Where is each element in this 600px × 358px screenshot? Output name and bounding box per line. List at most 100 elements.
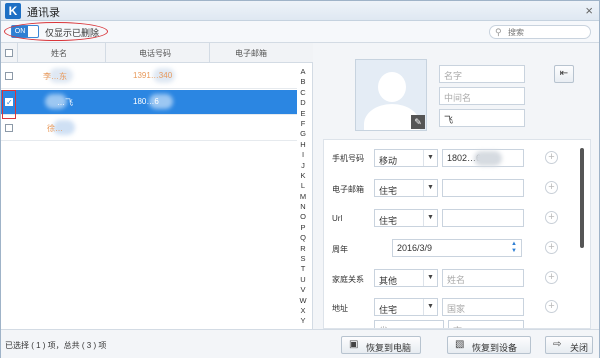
computer-icon: ▣ — [349, 339, 359, 350]
alpha-index-letter[interactable]: G — [297, 129, 309, 139]
alpha-index-letter[interactable]: D — [297, 98, 309, 108]
alpha-index-letter[interactable]: C — [297, 88, 309, 98]
alpha-index-letter[interactable]: K — [297, 171, 309, 181]
select-all-checkbox[interactable] — [5, 49, 13, 57]
form-scrollbar[interactable] — [580, 148, 584, 248]
alpha-index-letter[interactable]: X — [297, 306, 309, 316]
address-type-value: 住宅 — [379, 305, 398, 315]
first-name-field[interactable]: 名字 — [439, 65, 525, 83]
contact-list: 姓名 电话号码 电子邮箱 李…东 1391…340 ✓ …飞 180…6 徐… — [1, 43, 313, 336]
alpha-index-letter[interactable]: F — [297, 119, 309, 129]
alpha-index-letter[interactable]: P — [297, 223, 309, 233]
alpha-index-letter[interactable]: V — [297, 285, 309, 295]
alpha-index-letter[interactable]: B — [297, 77, 309, 87]
contact-detail-panel: ✎ 名字 中间名 飞 ⇤ 手机号码 移动 ▼ 1802…6 + 电子邮箱 住宅 … — [313, 43, 599, 329]
table-row[interactable]: 李…东 1391…340 — [1, 64, 297, 89]
table-row[interactable]: 徐… — [1, 116, 297, 141]
url-input[interactable] — [442, 209, 524, 227]
address-country-input[interactable]: 国家 — [442, 298, 524, 316]
add-address-icon[interactable]: + — [545, 300, 558, 313]
search-input[interactable] — [508, 27, 586, 38]
alpha-index-letter[interactable]: H — [297, 140, 309, 150]
app-logo-icon: K — [5, 3, 21, 19]
export-contact-button[interactable]: ⇤ — [554, 65, 574, 83]
alpha-index-letter[interactable]: U — [297, 275, 309, 285]
close-label: 关闭 — [570, 343, 589, 353]
phone-label: 手机号码 — [332, 154, 364, 163]
row-checkbox[interactable] — [5, 124, 13, 132]
anniversary-date-value: 2016/3/9 — [397, 243, 433, 253]
restore-to-pc-label: 恢复到电脑 — [366, 343, 412, 353]
alpha-index-letter[interactable]: N — [297, 202, 309, 212]
add-relation-icon[interactable]: + — [545, 271, 558, 284]
url-label: Url — [332, 214, 343, 223]
add-url-icon[interactable]: + — [545, 211, 558, 224]
date-spinner-icon[interactable]: ▲ ▼ — [511, 241, 517, 255]
address-type-select[interactable]: 住宅 ▼ — [374, 298, 438, 316]
add-phone-icon[interactable]: + — [545, 151, 558, 164]
email-type-select[interactable]: 住宅 ▼ — [374, 179, 438, 197]
address-label: 地址 — [332, 304, 348, 313]
relation-type-select[interactable]: 其他 ▼ — [374, 269, 438, 287]
chevron-down-icon: ▼ — [423, 210, 437, 226]
alpha-index-letter[interactable]: J — [297, 161, 309, 171]
address-city-input[interactable]: 市 — [448, 320, 524, 328]
alphabet-index: A B C D E F G H I J K L M N O P Q R S T … — [297, 67, 309, 337]
phone-type-select[interactable]: 移动 ▼ — [374, 149, 438, 167]
relation-name-input[interactable]: 姓名 — [442, 269, 524, 287]
row-checkbox[interactable] — [5, 72, 13, 80]
alpha-index-letter[interactable]: R — [297, 244, 309, 254]
alpha-index-letter[interactable]: W — [297, 296, 309, 306]
last-name-field[interactable]: 飞 — [439, 109, 525, 127]
contact-fields-form: 手机号码 移动 ▼ 1802…6 + 电子邮箱 住宅 ▼ + Url 住宅 ▼ — [323, 139, 591, 329]
chevron-down-icon: ▼ — [423, 180, 437, 196]
alpha-index-letter[interactable]: I — [297, 150, 309, 160]
restore-to-pc-button[interactable]: ▣ 恢复到电脑 — [341, 336, 421, 354]
close-button[interactable]: ⇨ 关闭 — [545, 336, 593, 354]
header-divider — [17, 43, 18, 63]
alpha-index-letter[interactable]: L — [297, 181, 309, 191]
toolbar: ON 仅显示已删除 ⚲ — [1, 21, 599, 43]
redacted-blur — [474, 151, 502, 166]
alpha-index-letter[interactable]: S — [297, 254, 309, 264]
contact-phone: 180…6 — [133, 97, 159, 106]
table-row-selected[interactable]: ✓ …飞 180…6 — [1, 90, 297, 115]
header-name[interactable]: 姓名 — [51, 48, 67, 59]
email-input[interactable] — [442, 179, 524, 197]
contact-name: 李…东 — [43, 72, 67, 81]
anniversary-label: 周年 — [332, 245, 348, 254]
header-email[interactable]: 电子邮箱 — [235, 48, 267, 59]
restore-to-device-button[interactable]: ▧ 恢复到设备 — [447, 336, 531, 354]
alpha-index-letter[interactable]: Q — [297, 233, 309, 243]
alpha-index-letter[interactable]: Y — [297, 316, 309, 326]
window-title: 通讯录 — [27, 7, 60, 19]
anniversary-date-input[interactable]: 2016/3/9 ▲ ▼ — [392, 239, 522, 257]
edit-avatar-icon[interactable]: ✎ — [411, 115, 425, 129]
alpha-index-letter[interactable]: E — [297, 109, 309, 119]
contact-avatar[interactable]: ✎ — [355, 59, 427, 131]
middle-name-field[interactable]: 中间名 — [439, 87, 525, 105]
add-email-icon[interactable]: + — [545, 181, 558, 194]
alpha-index-letter[interactable]: M — [297, 192, 309, 202]
url-type-select[interactable]: 住宅 ▼ — [374, 209, 438, 227]
search-box[interactable]: ⚲ — [489, 25, 591, 39]
contact-name: …飞 — [57, 98, 73, 107]
alpha-index-letter[interactable]: O — [297, 212, 309, 222]
chevron-down-icon: ▼ — [423, 270, 437, 286]
table-header: 姓名 电话号码 电子邮箱 — [1, 43, 313, 63]
title-bar: K 通讯录 × — [1, 1, 599, 21]
relation-type-value: 其他 — [379, 276, 398, 286]
window-close-icon[interactable]: × — [585, 3, 593, 18]
address-province-input[interactable]: 省 — [374, 320, 444, 328]
relation-label: 家庭关系 — [332, 275, 364, 284]
add-date-icon[interactable]: + — [545, 241, 558, 254]
header-phone[interactable]: 电话号码 — [139, 48, 171, 59]
highlight-oval — [4, 22, 108, 41]
email-type-value: 住宅 — [379, 186, 398, 196]
alpha-index-letter[interactable]: T — [297, 264, 309, 274]
alpha-index-letter[interactable]: A — [297, 67, 309, 77]
device-icon: ▧ — [455, 339, 465, 350]
header-divider — [105, 43, 106, 63]
header-divider — [209, 43, 210, 63]
contact-name: 徐… — [47, 124, 63, 133]
